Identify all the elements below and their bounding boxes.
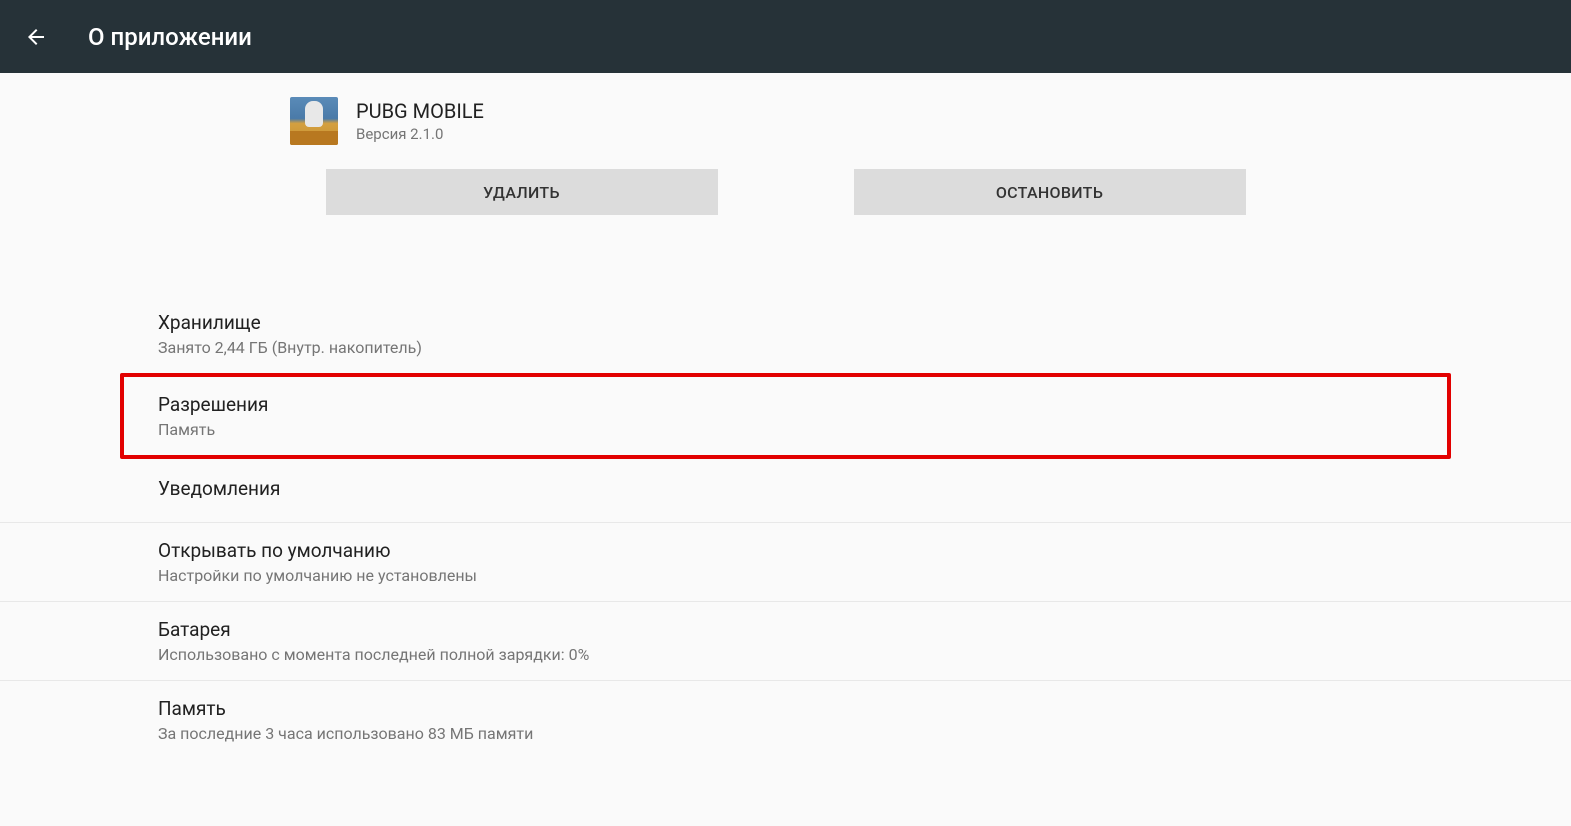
default-open-subtitle: Настройки по умолчанию не установлены (158, 566, 1571, 585)
content-area: PUBG MOBILE Версия 2.1.0 УДАЛИТЬ ОСТАНОВ… (0, 73, 1571, 826)
permissions-title: Разрешения (158, 393, 1447, 416)
storage-title: Хранилище (158, 311, 1571, 334)
storage-item[interactable]: Хранилище Занято 2,44 ГБ (Внутр. накопит… (0, 295, 1571, 373)
memory-subtitle: За последние 3 часа использовано 83 МБ п… (158, 724, 1571, 743)
app-name: PUBG MOBILE (356, 99, 484, 123)
uninstall-button[interactable]: УДАЛИТЬ (326, 169, 718, 215)
back-icon[interactable] (24, 25, 48, 49)
permissions-highlight: Разрешения Память (120, 373, 1451, 459)
notifications-item[interactable]: Уведомления (0, 459, 1571, 523)
page-title: О приложении (88, 23, 252, 51)
app-header: PUBG MOBILE Версия 2.1.0 (0, 97, 1571, 145)
battery-subtitle: Использовано с момента последней полной … (158, 645, 1571, 664)
app-icon (290, 97, 338, 145)
stop-button[interactable]: ОСТАНОВИТЬ (854, 169, 1246, 215)
action-buttons: УДАЛИТЬ ОСТАНОВИТЬ (0, 169, 1571, 215)
permissions-subtitle: Память (158, 420, 1447, 439)
notifications-title: Уведомления (158, 477, 1571, 500)
memory-title: Память (158, 697, 1571, 720)
default-open-item[interactable]: Открывать по умолчанию Настройки по умол… (0, 523, 1571, 602)
default-open-title: Открывать по умолчанию (158, 539, 1571, 562)
battery-item[interactable]: Батарея Использовано с момента последней… (0, 602, 1571, 681)
app-version: Версия 2.1.0 (356, 125, 484, 143)
memory-item[interactable]: Память За последние 3 часа использовано … (0, 681, 1571, 759)
battery-title: Батарея (158, 618, 1571, 641)
storage-subtitle: Занято 2,44 ГБ (Внутр. накопитель) (158, 338, 1571, 357)
permissions-item[interactable]: Разрешения Память (124, 377, 1447, 455)
app-bar: О приложении (0, 0, 1571, 73)
